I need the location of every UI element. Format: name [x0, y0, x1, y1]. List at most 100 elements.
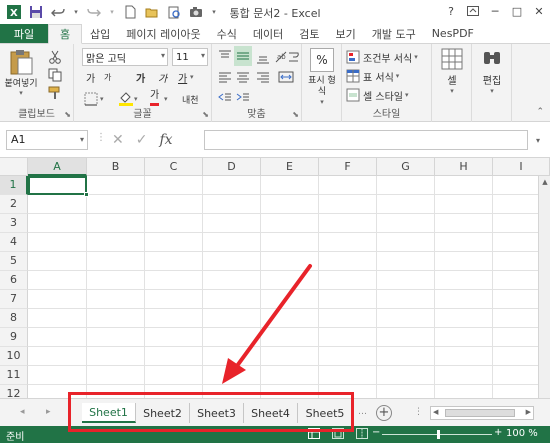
undo-dropdown-icon[interactable]: ▾ [72, 4, 80, 20]
tab-view[interactable]: 보기 [327, 24, 363, 43]
row-header-2[interactable]: 2 [0, 195, 28, 214]
row-header-8[interactable]: 8 [0, 309, 28, 328]
row-header-9[interactable]: 9 [0, 328, 28, 347]
zoom-out-button[interactable]: − [372, 427, 380, 438]
tab-home[interactable]: 홈 [48, 24, 82, 44]
cut-icon[interactable] [48, 48, 62, 66]
align-center-icon[interactable] [236, 68, 250, 86]
align-right-icon[interactable] [256, 68, 270, 86]
tab-data[interactable]: 데이터 [245, 24, 291, 43]
horizontal-scroll-thumb[interactable] [445, 409, 515, 417]
tab-more-icon[interactable]: … [358, 407, 367, 417]
expand-formula-bar-icon[interactable]: ▾ [532, 130, 544, 150]
tab-file[interactable]: 파일 [0, 24, 48, 43]
conditional-formatting-button[interactable]: 조건부 서식 ▾ [346, 48, 418, 66]
row-header-12[interactable]: 12 [0, 385, 28, 398]
clipboard-launcher-icon[interactable]: ⬊ [64, 110, 71, 119]
fill-handle[interactable] [84, 192, 89, 197]
tab-split-icon[interactable]: ⋮ [414, 407, 423, 417]
paste-button[interactable]: 붙여넣기 ▾ [4, 48, 38, 97]
row-header-1[interactable]: 1 [0, 176, 28, 195]
merge-center-icon[interactable] [278, 68, 294, 86]
tab-page-layout[interactable]: 페이지 레이아웃 [118, 24, 208, 43]
scroll-right-icon[interactable]: ▶ [526, 408, 531, 416]
open-folder-icon[interactable] [144, 4, 160, 20]
cell-styles-button[interactable]: 셀 스타일 ▾ [346, 86, 409, 104]
tab-formulas[interactable]: 수식 [209, 24, 245, 43]
name-box-dropdown-icon[interactable]: ▾ [80, 131, 84, 149]
tab-insert[interactable]: 삽입 [82, 24, 118, 43]
maximize-button[interactable]: □ [506, 0, 528, 22]
format-painter-icon[interactable] [48, 84, 62, 102]
format-as-table-button[interactable]: 표 서식 ▾ [346, 67, 399, 85]
column-header-b[interactable]: B [87, 158, 145, 176]
font-color-button[interactable]: 가 [150, 88, 160, 106]
font-name-select[interactable]: 맑은 고딕 ▾ [82, 48, 168, 66]
redo-icon[interactable] [86, 4, 102, 20]
cells-button[interactable]: 셀 ▾ [436, 48, 468, 95]
column-header-c[interactable]: C [145, 158, 203, 176]
undo-icon[interactable] [50, 4, 66, 20]
number-format-button[interactable]: % 표시 형식 ▾ [306, 48, 338, 106]
enter-icon[interactable]: ✓ [136, 132, 148, 148]
alignment-launcher-icon[interactable]: ⬊ [292, 110, 299, 119]
cancel-icon[interactable]: ✕ [112, 132, 124, 148]
wrap-text-icon[interactable] [288, 48, 300, 66]
new-document-icon[interactable] [122, 4, 138, 20]
row-header-3[interactable]: 3 [0, 214, 28, 233]
column-header-i[interactable]: I [493, 158, 550, 176]
paste-dropdown-icon[interactable]: ▾ [4, 89, 38, 97]
row-header-6[interactable]: 6 [0, 271, 28, 290]
tab-nespdf[interactable]: NesPDF [424, 24, 482, 43]
increase-font-size-button[interactable]: 가 [86, 68, 95, 86]
align-middle-icon[interactable] [234, 46, 252, 66]
decrease-font-size-button[interactable]: 가 [104, 68, 111, 86]
font-launcher-icon[interactable]: ⬊ [202, 110, 209, 119]
align-left-icon[interactable] [218, 68, 232, 86]
column-header-h[interactable]: H [435, 158, 493, 176]
customize-qat-icon[interactable]: ▾ [210, 4, 218, 20]
increase-indent-icon[interactable] [236, 88, 250, 106]
help-button[interactable]: ? [440, 0, 462, 22]
align-bottom-icon[interactable] [256, 48, 270, 66]
scroll-tabs-left-icon[interactable]: ◂ [20, 407, 25, 417]
active-cell[interactable] [28, 176, 89, 197]
row-header-5[interactable]: 5 [0, 252, 28, 271]
italic-button[interactable]: 가 [158, 68, 167, 86]
close-button[interactable]: ✕ [528, 0, 550, 22]
worksheet-grid[interactable]: ABCDEFGHI12345678910111213▲ [0, 158, 550, 398]
align-top-icon[interactable] [218, 48, 232, 66]
underline-button[interactable]: 가 [178, 68, 187, 86]
column-header-f[interactable]: F [319, 158, 377, 176]
print-preview-icon[interactable] [166, 4, 182, 20]
scroll-left-icon[interactable]: ◀ [433, 408, 438, 416]
page-break-view-icon[interactable] [356, 428, 368, 442]
scroll-up-icon[interactable]: ▲ [539, 176, 550, 188]
zoom-level[interactable]: 100 % [506, 428, 538, 439]
row-header-11[interactable]: 11 [0, 366, 28, 385]
formula-input[interactable] [204, 130, 528, 150]
column-header-a[interactable]: A [28, 158, 87, 176]
underline-dropdown-icon[interactable]: ▾ [190, 68, 194, 86]
vertical-scrollbar[interactable]: ▲ [538, 176, 550, 398]
font-size-select[interactable]: 11 ▾ [172, 48, 208, 66]
zoom-in-button[interactable]: + [494, 427, 502, 438]
tab-developer[interactable]: 개발 도구 [364, 24, 424, 43]
row-header-7[interactable]: 7 [0, 290, 28, 309]
orientation-icon[interactable]: ab [274, 48, 288, 66]
column-header-d[interactable]: D [203, 158, 261, 176]
row-header-4[interactable]: 4 [0, 233, 28, 252]
scroll-tabs-right-icon[interactable]: ▸ [46, 407, 51, 417]
formula-bar-grip-icon[interactable]: ⋮ [96, 132, 106, 143]
new-sheet-button[interactable]: + [376, 405, 392, 421]
bold-button[interactable]: 가 [136, 68, 145, 86]
name-box[interactable]: A1 ▾ [6, 130, 88, 150]
redo-dropdown-icon[interactable]: ▾ [108, 4, 116, 20]
insert-function-icon[interactable]: fx [159, 132, 172, 148]
zoom-slider-knob[interactable] [437, 430, 440, 439]
ribbon-display-options-icon[interactable] [462, 0, 484, 22]
tab-review[interactable]: 검토 [291, 24, 327, 43]
minimize-button[interactable]: ─ [484, 0, 506, 22]
decrease-indent-icon[interactable] [218, 88, 232, 106]
collapse-ribbon-icon[interactable]: ⌃ [536, 107, 544, 117]
